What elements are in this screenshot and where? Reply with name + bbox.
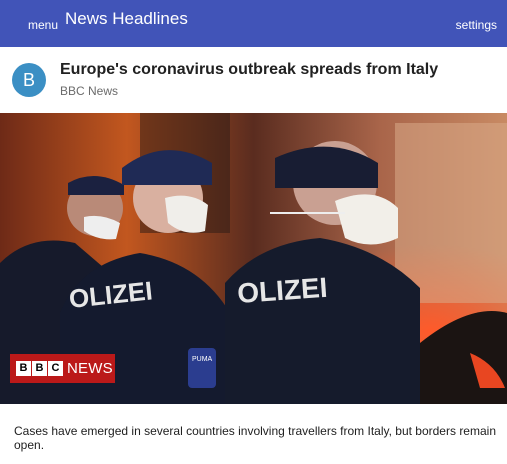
bbc-logo-news-text: NEWS — [67, 360, 113, 377]
bbc-logo-letter: C — [48, 361, 63, 376]
menu-button[interactable]: menu — [28, 18, 58, 32]
app-title: News Headlines — [65, 9, 188, 28]
article-summary: Cases have emerged in several countries … — [14, 424, 496, 452]
settings-button[interactable]: settings — [456, 18, 497, 32]
source-avatar: B — [12, 63, 46, 97]
article-image[interactable]: OLIZEI PUMA OLIZEI B B C NEWS — [0, 113, 507, 404]
svg-text:OLIZEI: OLIZEI — [236, 272, 328, 309]
article-headline[interactable]: Europe's coronavirus outbreak spreads fr… — [60, 61, 438, 79]
bbc-logo-letter: B — [32, 361, 47, 376]
app-bar: menu News Headlines settings — [0, 0, 507, 47]
svg-text:PUMA: PUMA — [192, 356, 213, 363]
bbc-news-logo: B B C NEWS — [10, 354, 115, 383]
article-card-header[interactable]: B Europe's coronavirus outbreak spreads … — [0, 47, 507, 113]
bbc-logo-letter: B — [16, 361, 31, 376]
article-source: BBC News — [60, 84, 119, 98]
